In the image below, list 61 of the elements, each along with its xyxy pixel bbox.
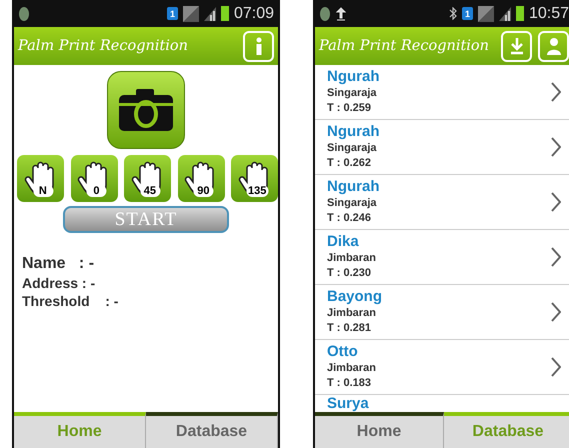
- no-signal-icon: [182, 6, 199, 22]
- signal-icon: [498, 6, 511, 20]
- chevron-icon: [551, 137, 561, 157]
- hand-angle-button[interactable]: 45: [124, 155, 171, 202]
- record-row[interactable]: Bayong Jimbaran T : 0.281: [315, 285, 569, 340]
- hand-angle-button[interactable]: 0: [70, 155, 118, 202]
- nav-tab[interactable]: Home: [315, 412, 444, 448]
- chevron-icon: [551, 247, 561, 267]
- download-icon: [508, 37, 524, 55]
- record-threshold: T : 0.183: [327, 376, 372, 391]
- signal-icon: [204, 6, 216, 20]
- hand-angle-button[interactable]: N: [17, 155, 64, 202]
- info-icon: [254, 37, 262, 55]
- record-address: Singaraja: [327, 86, 378, 101]
- record-threshold: T : 0.246: [327, 211, 372, 226]
- chevron-icon: [551, 302, 561, 322]
- record-address: Jimbaran: [327, 251, 377, 266]
- app-title: Palm Print Recognition: [319, 38, 490, 54]
- record-threshold: T : 0.281: [327, 321, 372, 336]
- record-address: Jimbaran: [327, 361, 377, 376]
- battery-icon: [516, 6, 524, 21]
- record-name: Otto: [327, 343, 359, 361]
- sim-badge: 1: [166, 7, 178, 20]
- sim-badge: 1: [462, 7, 473, 20]
- record-row[interactable]: Dika Jimbaran T : 0.230: [315, 230, 569, 285]
- record-threshold: T : 0.230: [327, 266, 372, 281]
- info-label: Threshold : -: [22, 293, 120, 309]
- app-title: Palm Print Recognition: [18, 38, 189, 54]
- clock-time: 10:57: [528, 4, 569, 22]
- record-row[interactable]: Ngurah Singaraja T : 0.259: [315, 65, 569, 120]
- record-threshold: T : 0.262: [327, 156, 372, 171]
- nav-tab[interactable]: Database: [146, 412, 278, 448]
- record-address: Singaraja: [327, 196, 378, 211]
- no-signal-icon: [478, 6, 494, 22]
- download-button[interactable]: [501, 30, 532, 62]
- info-button[interactable]: [243, 30, 274, 62]
- chevron-icon: [551, 357, 561, 377]
- record-address: Jimbaran: [327, 306, 377, 321]
- info-label: Name : -: [22, 255, 96, 273]
- hand-angle-button[interactable]: 135: [231, 155, 278, 202]
- hand-angle-button[interactable]: 90: [178, 155, 224, 202]
- person-button[interactable]: [538, 30, 569, 62]
- person-icon: [546, 37, 562, 55]
- record-threshold: T : 0.259: [327, 101, 372, 116]
- battery-icon: [220, 6, 229, 21]
- record-name: Ngurah: [327, 123, 380, 141]
- record-name: Surya: [327, 395, 369, 412]
- record-name: Ngurah: [327, 68, 380, 86]
- record-name: Ngurah: [327, 178, 380, 196]
- record-address: Singaraja: [327, 141, 378, 156]
- camera-button[interactable]: [107, 71, 185, 149]
- chevron-icon: [551, 82, 561, 102]
- record-name: Bayong: [327, 288, 384, 306]
- chevron-icon: [551, 192, 561, 212]
- record-row[interactable]: Otto Jimbaran T : 0.183: [315, 340, 569, 395]
- record-name: Dika: [327, 233, 360, 251]
- info-label: Address : -: [22, 275, 96, 291]
- record-row[interactable]: Ngurah Singaraja T : 0.246: [315, 175, 569, 230]
- camera-icon: [119, 89, 173, 131]
- record-row[interactable]: Ngurah Singaraja T : 0.262: [315, 120, 569, 175]
- clock-time: 07:09: [234, 4, 274, 22]
